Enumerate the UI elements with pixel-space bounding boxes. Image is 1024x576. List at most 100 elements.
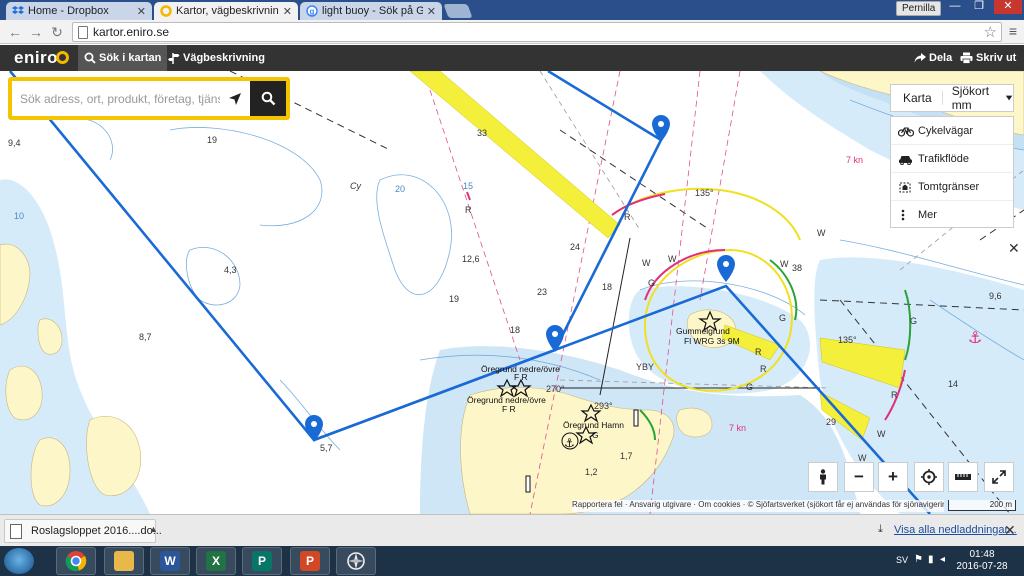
my-location-button[interactable] <box>914 462 944 492</box>
download-file-name: Roslagsloppet 2016....do... <box>31 525 162 537</box>
svg-text:18: 18 <box>602 282 612 292</box>
svg-text:20: 20 <box>395 184 405 194</box>
folder-icon <box>114 551 134 571</box>
address-bar[interactable]: kartor.eniro.se ☆ <box>72 22 1002 42</box>
locate-button[interactable] <box>220 81 250 116</box>
plus-icon: + <box>888 467 898 486</box>
browser-menu-icon[interactable]: ≡ <box>1006 24 1020 40</box>
svg-text:5,7: 5,7 <box>320 443 333 453</box>
svg-text:G: G <box>648 278 655 288</box>
scale-bar: 200 m <box>948 500 1016 511</box>
print-label: Skriv ut <box>976 52 1017 64</box>
svg-text:Fl WRG 3s 9M: Fl WRG 3s 9M <box>684 336 740 346</box>
print-button[interactable]: Skriv ut <box>960 45 1016 71</box>
crosshair-icon <box>921 469 937 485</box>
nautical-map[interactable]: ⚓ ⚓ 33 19 9,4 Cy 20 15 R 4,3 12,6 19 24 … <box>0 71 1024 514</box>
back-arrow-icon[interactable]: ← <box>6 23 24 41</box>
svg-text:270°: 270° <box>546 384 565 394</box>
close-icon[interactable]: ✕ <box>283 5 292 18</box>
restore-icon[interactable]: ❐ <box>968 0 990 14</box>
svg-text:8,7: 8,7 <box>139 332 152 342</box>
minimize-icon[interactable]: — <box>944 0 966 14</box>
layer-trafikflode[interactable]: Trafikflöde <box>891 145 1013 173</box>
svg-text:G: G <box>746 382 753 392</box>
forward-arrow-icon[interactable]: → <box>27 23 45 41</box>
map-type-sjokort[interactable]: Sjökort mm <box>943 84 1001 112</box>
publisher-icon: P <box>252 551 272 571</box>
volume-icon[interactable]: ◂ <box>940 554 945 565</box>
url-text: kartor.eniro.se <box>93 25 170 39</box>
pegman-icon <box>820 469 826 485</box>
map-attribution[interactable]: Rapportera fel · Ansvarig utgivare · Om … <box>572 500 944 512</box>
layer-mer[interactable]: Mer <box>891 201 1013 229</box>
svg-text:Gummelgrund: Gummelgrund <box>676 326 730 336</box>
download-item[interactable]: Roslagsloppet 2016....do... ▲ <box>4 519 162 543</box>
street-view-button[interactable] <box>808 462 838 492</box>
tab-dropbox[interactable]: Home - Dropbox ✕ <box>6 2 152 20</box>
layer-tomtgranser[interactable]: Tomtgränser <box>891 173 1013 201</box>
compass-icon <box>347 552 365 570</box>
fullscreen-button[interactable] <box>984 462 1014 492</box>
route-marker[interactable] <box>717 255 735 282</box>
bicycle-icon <box>898 126 914 137</box>
clock-time: 01:48 <box>969 549 995 560</box>
start-button[interactable] <box>4 548 34 574</box>
layer-cykelvagar[interactable]: Cykelvägar <box>891 117 1013 145</box>
directions-button[interactable]: Vägbeskrivning <box>168 45 265 71</box>
close-icon[interactable]: ✕ <box>137 5 146 18</box>
svg-text:15: 15 <box>463 181 473 191</box>
svg-text:R: R <box>465 205 472 215</box>
route-marker[interactable] <box>652 115 670 142</box>
taskbar-excel[interactable]: X <box>196 547 236 575</box>
search-box <box>8 77 290 120</box>
reload-icon[interactable]: ↻ <box>48 23 66 41</box>
taskbar-powerpoint[interactable]: P <box>290 547 330 575</box>
measure-button[interactable] <box>948 462 978 492</box>
close-icon[interactable]: ✕ <box>427 5 436 18</box>
svg-text:G: G <box>592 430 599 440</box>
language-indicator[interactable]: SV <box>896 555 908 565</box>
tray-flag-icon[interactable]: ⚑ <box>914 554 923 565</box>
caret-down-icon[interactable] <box>1005 94 1013 102</box>
svg-text:W: W <box>817 228 826 238</box>
profile-button[interactable]: Pernilla <box>896 1 942 16</box>
svg-text:F R: F R <box>514 372 528 382</box>
clock[interactable]: 01:48 2016-07-28 <box>954 549 1010 573</box>
network-icon[interactable]: ▮ <box>928 554 934 565</box>
map-type-karta[interactable]: Karta <box>891 91 943 105</box>
directions-label: Vägbeskrivning <box>183 52 265 64</box>
taskbar-word[interactable]: W <box>150 547 190 575</box>
taskbar-publisher[interactable]: P <box>242 547 282 575</box>
word-icon: W <box>160 551 180 571</box>
close-icon[interactable]: ✕ <box>1004 522 1016 539</box>
svg-text:12,6: 12,6 <box>462 254 480 264</box>
bookmark-star-icon[interactable]: ☆ <box>984 23 997 41</box>
svg-text:19: 19 <box>207 135 217 145</box>
share-button[interactable]: Dela <box>914 45 952 71</box>
close-icon[interactable]: ✕ <box>1008 240 1020 257</box>
window-close-icon[interactable]: ✕ <box>994 0 1022 14</box>
anchor-icon: ⚓ <box>564 436 575 450</box>
svg-text:7 kn: 7 kn <box>846 155 863 165</box>
download-icon: ⤓ <box>878 523 883 535</box>
new-tab-button[interactable] <box>443 4 473 18</box>
taskbar-explorer[interactable] <box>104 547 144 575</box>
show-all-downloads-link[interactable]: Visa alla nedladdningar... <box>894 524 1017 536</box>
zoom-out-button[interactable]: − <box>844 462 874 492</box>
zoom-in-button[interactable]: + <box>878 462 908 492</box>
taskbar-chrome[interactable] <box>56 547 96 575</box>
tab-label: Kartor, vägbeskrivningar, f <box>176 5 279 17</box>
expand-icon <box>992 470 1006 484</box>
taskbar-navigation-app[interactable] <box>336 547 376 575</box>
caret-down-icon[interactable]: ▲ <box>149 524 158 534</box>
search-input[interactable] <box>12 81 220 116</box>
layer-label: Trafikflöde <box>918 152 969 165</box>
tab-eniro[interactable]: Kartor, vägbeskrivningar, f ✕ <box>154 2 298 20</box>
share-label: Dela <box>929 52 953 64</box>
tab-google[interactable]: g light buoy - Sök på Goog ✕ <box>300 2 442 20</box>
search-map-label: Sök i kartan <box>99 52 162 64</box>
search-button[interactable] <box>250 81 286 116</box>
eniro-logo[interactable]: eniro <box>14 48 58 68</box>
svg-text:7 kn: 7 kn <box>729 423 746 433</box>
search-map-button[interactable]: Sök i kartan <box>78 45 168 71</box>
